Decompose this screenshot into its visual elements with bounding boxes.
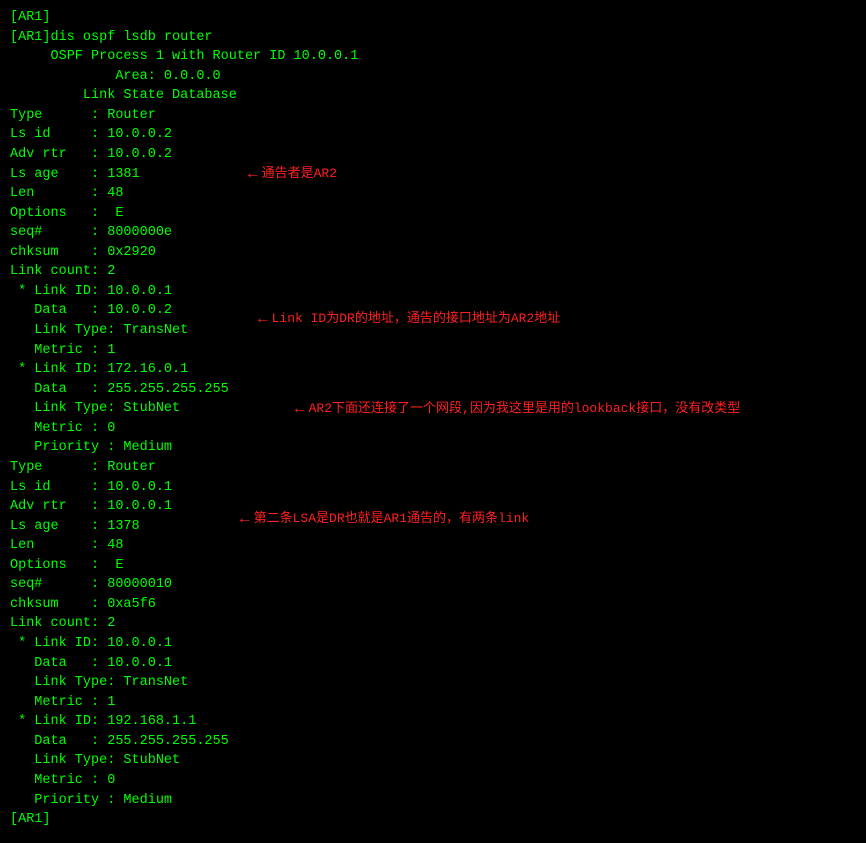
terminal-line: [AR1]dis ospf lsdb router bbox=[10, 28, 856, 48]
terminal-line: Data : 255.255.255.255 bbox=[10, 380, 856, 400]
arrow-icon-2: ← bbox=[258, 308, 268, 331]
annotation-text-2: Link ID为DR的地址，通告的接口地址为AR2地址 bbox=[272, 310, 561, 329]
terminal-line: Ls id : 10.0.0.2 bbox=[10, 125, 856, 145]
terminal-line: * Link ID: 172.16.0.1 bbox=[10, 360, 856, 380]
terminal-line: * Link ID: 10.0.0.1 bbox=[10, 282, 856, 302]
terminal-line: * Link ID: 192.168.1.1 bbox=[10, 712, 856, 732]
arrow-icon-3: ← bbox=[295, 398, 305, 421]
terminal-line: Link State Database bbox=[10, 86, 856, 106]
terminal-line: chksum : 0xa5f6 bbox=[10, 595, 856, 615]
terminal-line: Priority : Medium bbox=[10, 438, 856, 458]
terminal-line: OSPF Process 1 with Router ID 10.0.0.1 bbox=[10, 47, 856, 67]
terminal-line: Len : 48 bbox=[10, 184, 856, 204]
terminal-line: Type : Router bbox=[10, 106, 856, 126]
terminal-line: Ls age : 1381 bbox=[10, 165, 856, 185]
terminal: [AR1][AR1]dis ospf lsdb router OSPF Proc… bbox=[0, 0, 866, 838]
arrow-icon-4: ← bbox=[240, 508, 250, 531]
terminal-line: Link Type: StubNet bbox=[10, 751, 856, 771]
terminal-line: seq# : 8000000e bbox=[10, 223, 856, 243]
terminal-line: Adv rtr : 10.0.0.2 bbox=[10, 145, 856, 165]
annotation-2: ← Link ID为DR的地址，通告的接口地址为AR2地址 bbox=[258, 308, 560, 331]
annotation-text-4: 第二条LSA是DR也就是AR1通告的，有两条link bbox=[254, 510, 530, 529]
terminal-line: [AR1] bbox=[10, 8, 856, 28]
annotation-text-1: 通告者是AR2 bbox=[262, 165, 337, 184]
terminal-line: Options : E bbox=[10, 556, 856, 576]
terminal-line: Link count: 2 bbox=[10, 262, 856, 282]
terminal-line: Link count: 2 bbox=[10, 614, 856, 634]
terminal-line: Metric : 1 bbox=[10, 341, 856, 361]
terminal-line: Metric : 1 bbox=[10, 693, 856, 713]
terminal-line: Type : Router bbox=[10, 458, 856, 478]
terminal-line: Metric : 0 bbox=[10, 419, 856, 439]
annotation-4: ← 第二条LSA是DR也就是AR1通告的，有两条link bbox=[240, 508, 529, 531]
terminal-line: [AR1] bbox=[10, 810, 856, 830]
terminal-line: Link Type: TransNet bbox=[10, 673, 856, 693]
terminal-line: * Link ID: 10.0.0.1 bbox=[10, 634, 856, 654]
terminal-line: Priority : Medium bbox=[10, 791, 856, 811]
terminal-line: Data : 10.0.0.1 bbox=[10, 654, 856, 674]
terminal-line: Metric : 0 bbox=[10, 771, 856, 791]
terminal-line: Options : E bbox=[10, 204, 856, 224]
terminal-line: Len : 48 bbox=[10, 536, 856, 556]
annotation-1: ← 通告者是AR2 bbox=[248, 163, 337, 186]
annotation-text-3: AR2下面还连接了一个网段,因为我这里是用的lookback接口，没有改类型 bbox=[309, 400, 741, 419]
arrow-icon-1: ← bbox=[248, 163, 258, 186]
terminal-line: seq# : 80000010 bbox=[10, 575, 856, 595]
terminal-line: Area: 0.0.0.0 bbox=[10, 67, 856, 87]
terminal-line: Ls id : 10.0.0.1 bbox=[10, 478, 856, 498]
terminal-line: chksum : 0x2920 bbox=[10, 243, 856, 263]
annotation-3: ← AR2下面还连接了一个网段,因为我这里是用的lookback接口，没有改类型 bbox=[295, 398, 740, 421]
terminal-line: Data : 255.255.255.255 bbox=[10, 732, 856, 752]
